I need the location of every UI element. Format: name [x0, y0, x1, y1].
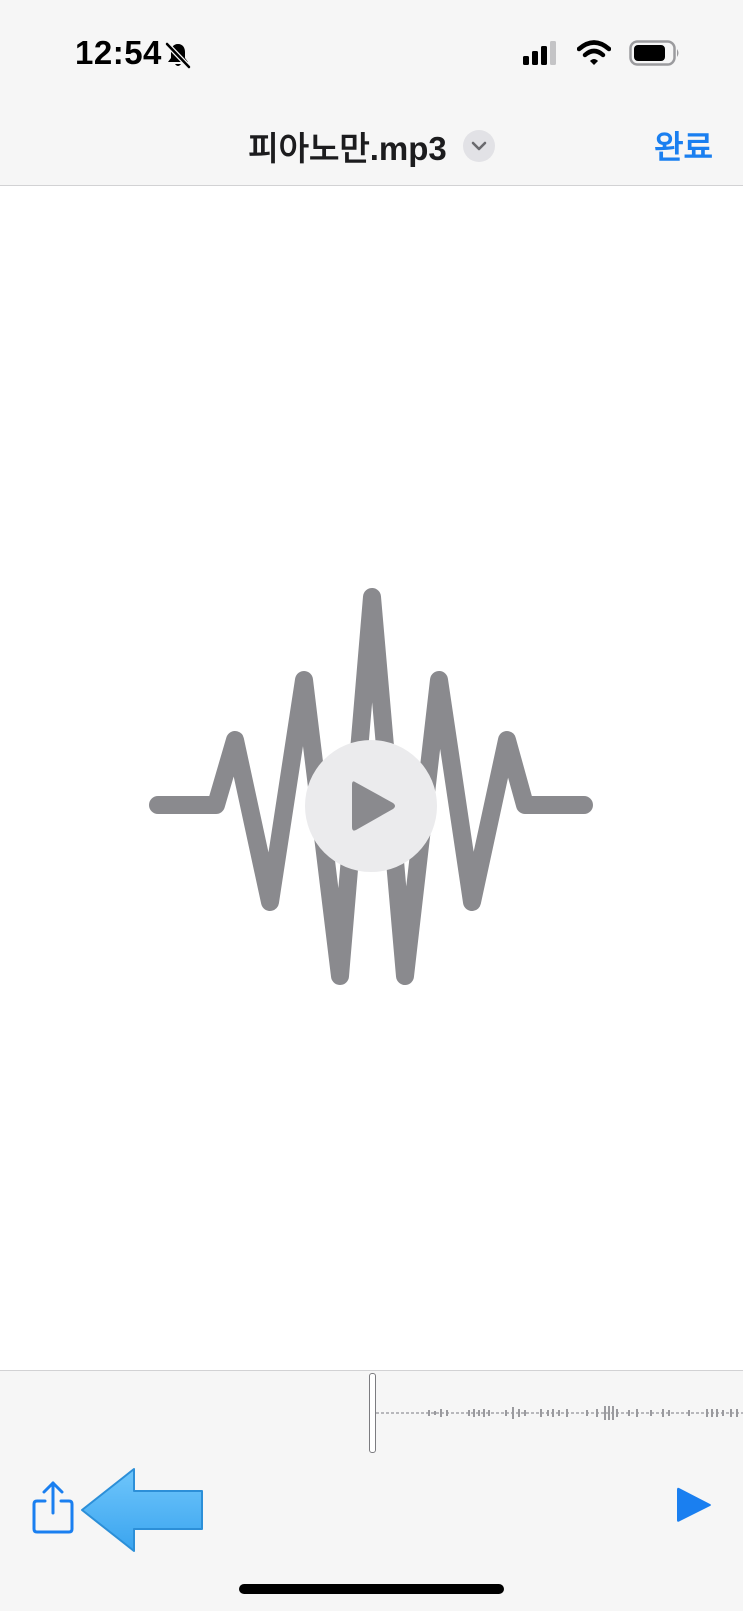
title-menu-button[interactable]	[462, 130, 495, 162]
timeline-scrubber[interactable]	[0, 1370, 743, 1456]
bell-slash-icon	[165, 42, 191, 69]
status-bar: 12:54	[0, 0, 743, 104]
battery-icon	[629, 40, 679, 66]
title-wrap: 피아노만.mp3	[0, 122, 743, 170]
preview-play-button[interactable]	[305, 740, 437, 872]
preview-area	[0, 186, 743, 1369]
play-icon	[352, 781, 395, 831]
bottom-toolbar	[0, 1455, 743, 1611]
play-icon[interactable]	[673, 1485, 713, 1525]
status-icons	[523, 40, 681, 66]
home-indicator	[239, 1584, 504, 1594]
file-title[interactable]: 피아노만.mp3	[248, 122, 446, 170]
chevron-down-icon	[471, 141, 487, 151]
playhead-handle[interactable]	[369, 1373, 376, 1453]
cellular-signal-icon	[523, 41, 556, 65]
left-arrow-emoji	[81, 1468, 203, 1552]
status-time: 12:54	[75, 34, 162, 71]
share-icon[interactable]	[30, 1479, 76, 1535]
wifi-icon	[577, 40, 611, 65]
nav-bar: 피아노만.mp3 완료	[0, 104, 743, 186]
done-button[interactable]: 완료	[654, 122, 713, 168]
